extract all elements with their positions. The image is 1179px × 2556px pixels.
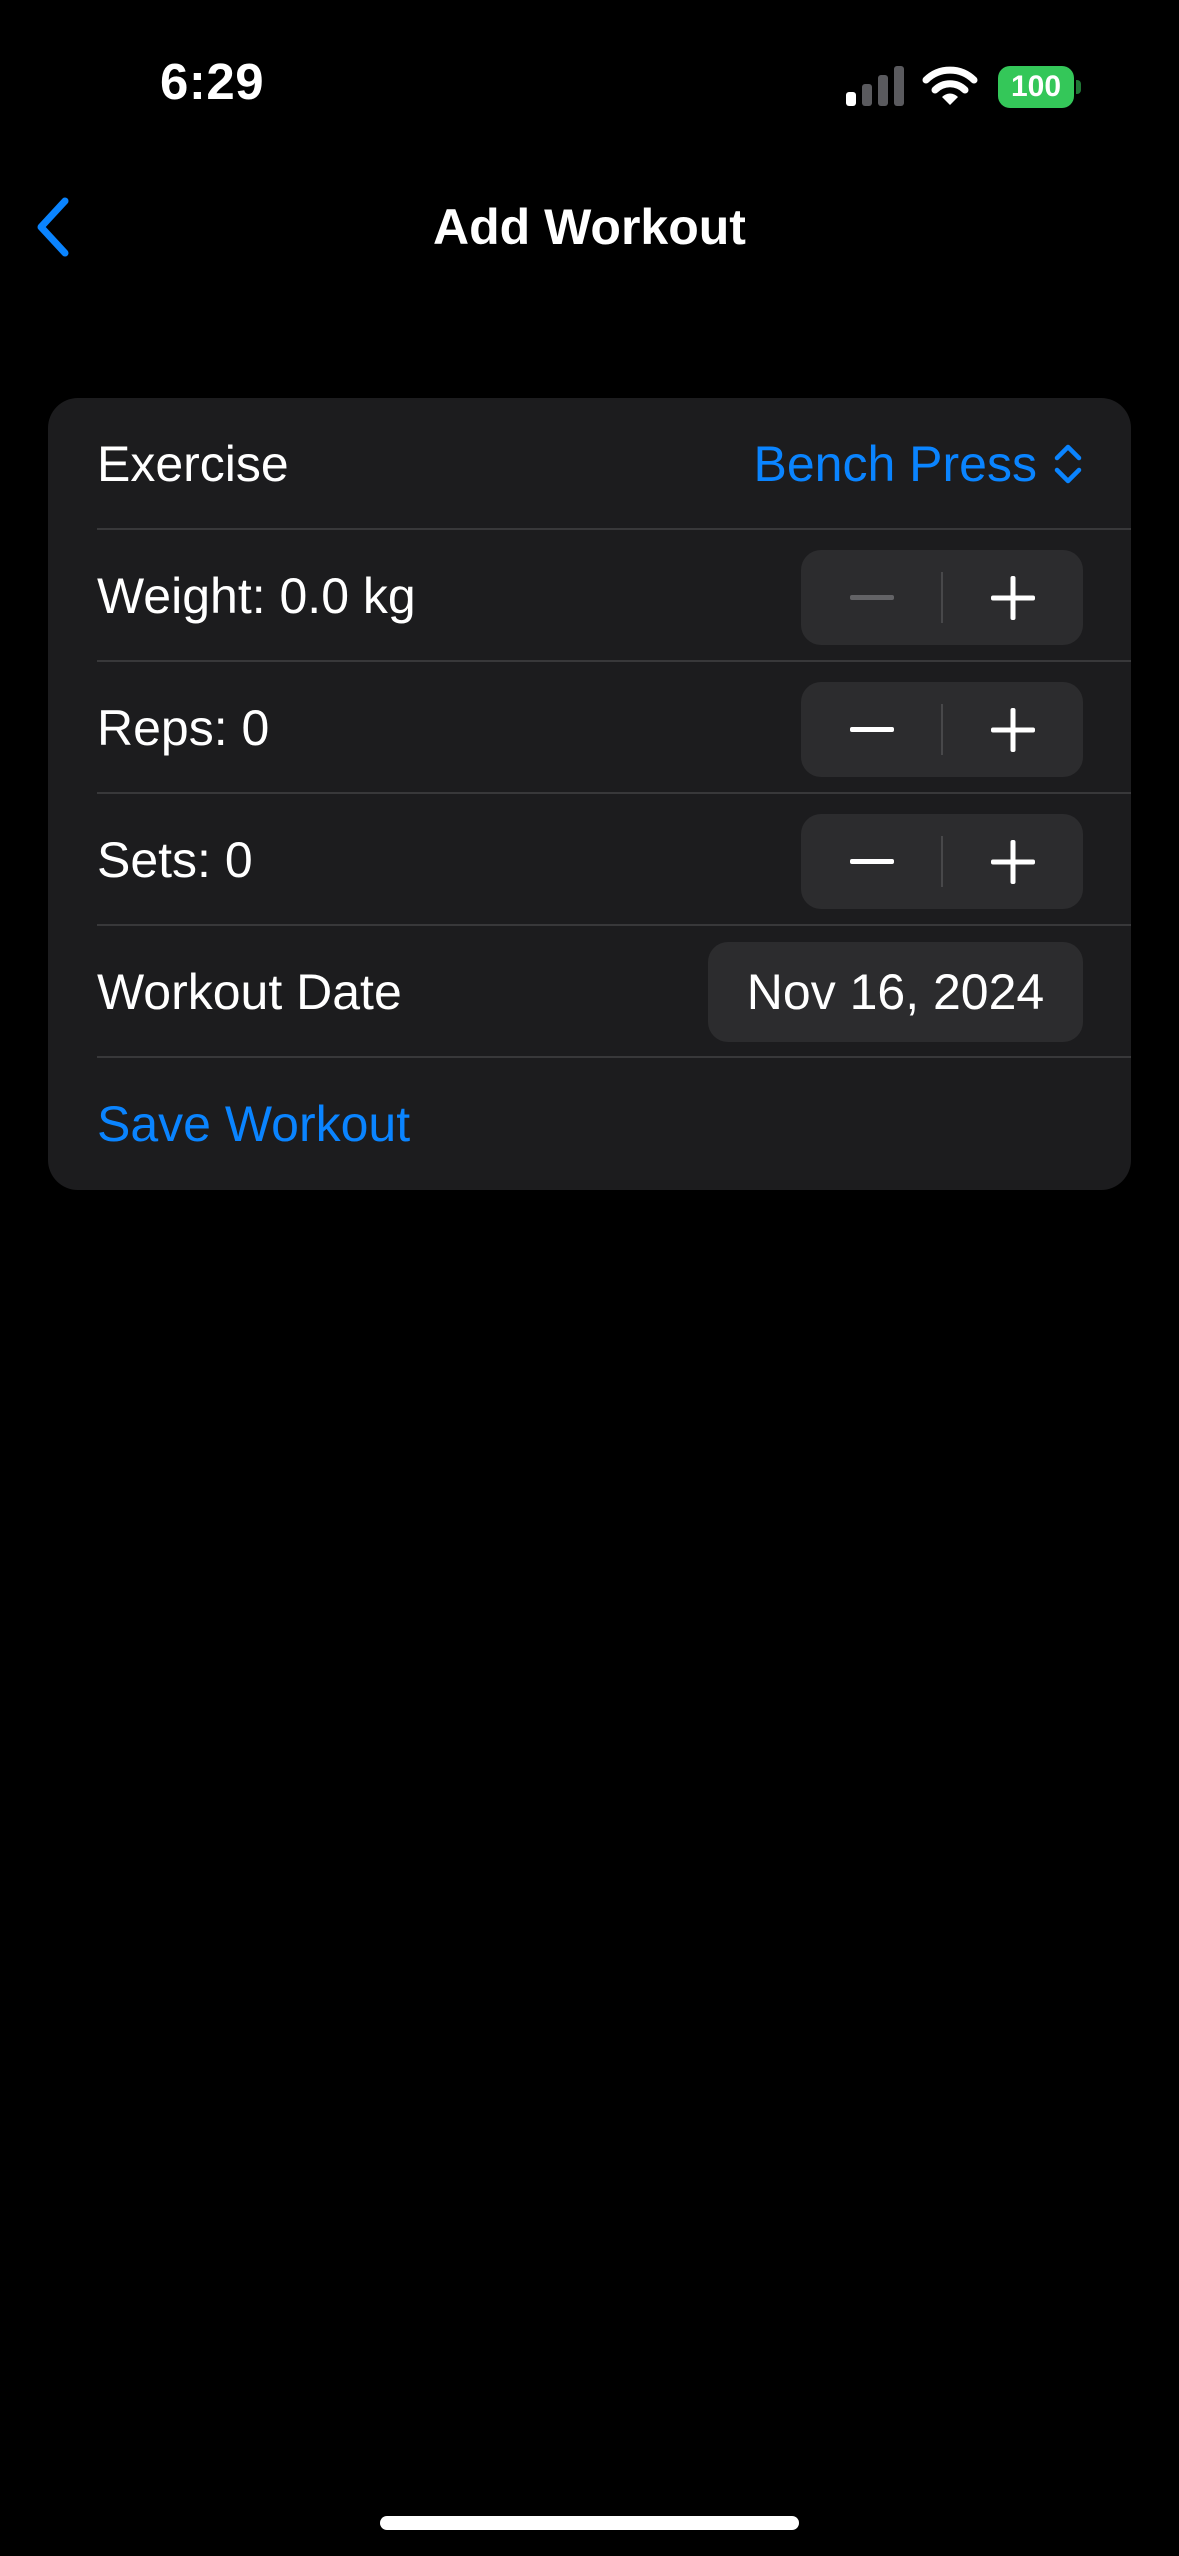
chevron-up-down-icon bbox=[1054, 444, 1082, 484]
battery-level: 100 bbox=[998, 66, 1074, 108]
weight-stepper bbox=[801, 550, 1083, 645]
workout-form: Exercise Bench Press Weight: 0.0 kg Reps… bbox=[48, 398, 1131, 1190]
status-time: 6:29 bbox=[160, 53, 265, 110]
minus-icon bbox=[849, 726, 894, 732]
plus-icon bbox=[990, 575, 1035, 620]
sets-row: Sets: 0 bbox=[48, 794, 1131, 926]
workout-date-picker[interactable]: Nov 16, 2024 bbox=[708, 942, 1083, 1042]
exercise-label: Exercise bbox=[97, 436, 289, 492]
wifi-icon bbox=[922, 66, 978, 105]
reps-decrement-button[interactable] bbox=[801, 682, 942, 777]
battery-icon: 100 bbox=[998, 66, 1081, 108]
save-row: Save Workout bbox=[48, 1058, 1131, 1190]
navigation-bar: Add Workout bbox=[0, 170, 1179, 285]
workout-date-label: Workout Date bbox=[97, 964, 402, 1020]
plus-icon bbox=[990, 707, 1035, 752]
battery-cap bbox=[1076, 80, 1081, 94]
exercise-value: Bench Press bbox=[753, 436, 1037, 492]
weight-label: Weight: 0.0 kg bbox=[97, 568, 416, 624]
exercise-picker[interactable]: Bench Press bbox=[754, 398, 1083, 530]
plus-icon bbox=[990, 839, 1035, 884]
weight-decrement-button[interactable] bbox=[801, 550, 942, 645]
minus-icon bbox=[849, 858, 894, 864]
workout-date-row: Workout Date Nov 16, 2024 bbox=[48, 926, 1131, 1058]
sets-decrement-button[interactable] bbox=[801, 814, 942, 909]
home-indicator[interactable] bbox=[380, 2516, 799, 2530]
weight-increment-button[interactable] bbox=[942, 550, 1083, 645]
weight-row: Weight: 0.0 kg bbox=[48, 530, 1131, 662]
reps-stepper bbox=[801, 682, 1083, 777]
status-bar: 6:29 100 bbox=[0, 0, 1179, 160]
minus-icon bbox=[849, 594, 894, 600]
reps-label: Reps: 0 bbox=[97, 700, 270, 756]
signal-icon bbox=[846, 66, 904, 106]
exercise-row: Exercise Bench Press bbox=[48, 398, 1131, 530]
reps-increment-button[interactable] bbox=[942, 682, 1083, 777]
page-title: Add Workout bbox=[433, 199, 746, 255]
save-workout-button[interactable]: Save Workout bbox=[97, 1058, 410, 1190]
reps-row: Reps: 0 bbox=[48, 662, 1131, 794]
sets-stepper bbox=[801, 814, 1083, 909]
sets-label: Sets: 0 bbox=[97, 832, 253, 888]
sets-increment-button[interactable] bbox=[942, 814, 1083, 909]
